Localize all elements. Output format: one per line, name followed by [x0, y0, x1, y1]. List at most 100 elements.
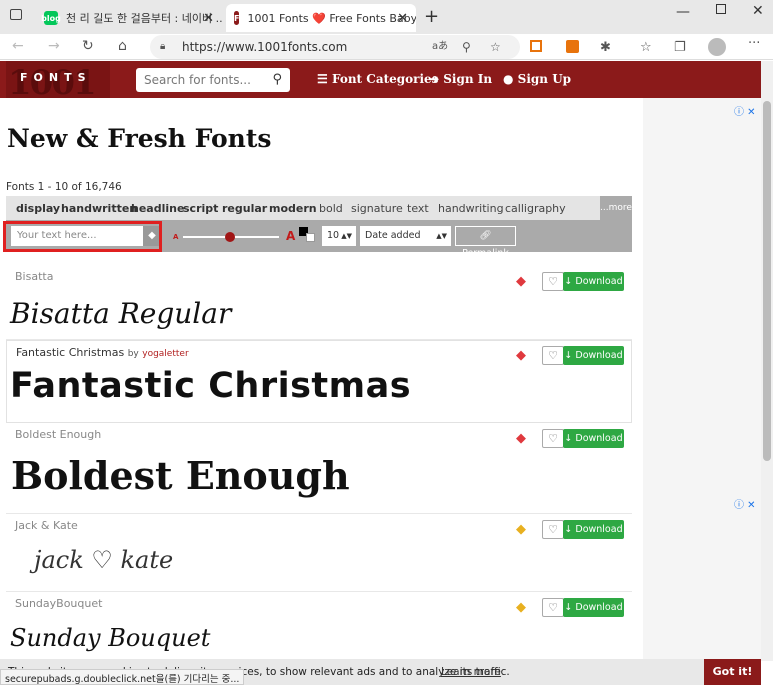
nav-label: Sign Up [517, 72, 572, 86]
category-handwritten[interactable]: handwritten [61, 202, 137, 215]
license-tag-icon[interactable]: ◆ [516, 600, 526, 615]
download-button[interactable]: ↓ Download [563, 520, 624, 539]
nav-sign-up[interactable]: ● Sign Up [503, 72, 571, 86]
nav-label: Font Categories [331, 72, 439, 86]
close-icon[interactable]: ✕ [203, 11, 214, 26]
tab-1001fonts[interactable]: F 1001 Fonts ❤️ Free Fonts Baby! ✕ [226, 4, 416, 32]
learn-more-link[interactable]: Learn more [441, 666, 501, 678]
category-display[interactable]: display [16, 202, 60, 215]
favorite-button[interactable]: ♡ [542, 598, 564, 617]
tab-title: 1001 Fonts ❤️ Free Fonts Baby! [247, 11, 416, 25]
font-search-input[interactable]: Search for fonts... ⚲ [136, 68, 290, 92]
read-aloud-icon[interactable]: aあ [432, 35, 448, 59]
size-slider-knob[interactable] [225, 232, 235, 242]
download-button[interactable]: ↓ Download [563, 598, 624, 617]
ad-info-icon[interactable]: ⓘ ✕ [734, 496, 756, 511]
download-label: Download [575, 524, 623, 535]
permalink-button[interactable]: 🔗︎ Permalink [455, 226, 516, 259]
font-name[interactable]: Bisatta [15, 270, 53, 283]
favorite-button[interactable]: ♡ [542, 272, 564, 291]
font-preview[interactable]: jack ♡ kate [34, 546, 173, 574]
per-page-value: 10 [327, 230, 340, 241]
font-preview[interactable]: Boldest Enough [11, 453, 350, 498]
download-button[interactable]: ↓ Download [563, 272, 624, 291]
size-large-label: A [286, 229, 296, 243]
license-tag-icon[interactable]: ◆ [516, 348, 526, 363]
download-button[interactable]: ↓ Download [563, 429, 624, 448]
font-row-jack-kate: Jack & Kate jack ♡ kate [6, 514, 632, 592]
font-preview[interactable]: Fantastic Christmas [10, 366, 411, 406]
page-scrollbar[interactable] [761, 61, 773, 661]
favorite-button[interactable]: ♡ [542, 346, 564, 365]
address-toolbar: ← → ↻ ⌂ 🔒︎ https://www.1001fonts.com aあ … [0, 34, 773, 60]
new-tab-icon[interactable]: + [424, 6, 439, 27]
settings-more-icon[interactable]: ··· [748, 36, 760, 51]
license-tag-icon[interactable]: ◆ [516, 522, 526, 537]
site-logo[interactable]: 1001 FONTS [6, 61, 110, 103]
lock-icon: 🔒︎ [160, 41, 166, 52]
category-handwriting[interactable]: handwriting [438, 202, 504, 215]
link-icon: 🔗︎ [479, 230, 492, 241]
font-name[interactable]: Boldest Enough [15, 428, 101, 441]
sort-value: Date added [365, 230, 421, 241]
license-tag-icon[interactable]: ◆ [516, 274, 526, 289]
permalink-label: Permalink [462, 248, 509, 259]
profile-avatar[interactable] [708, 38, 726, 56]
close-icon[interactable]: ✕ [397, 11, 408, 26]
scroll-thumb[interactable] [763, 101, 771, 461]
collections-icon[interactable]: ❐ [674, 40, 686, 55]
font-preview[interactable]: Sunday Bouquet [10, 624, 210, 652]
tab-naver-blog[interactable]: blog 천 리 길도 한 걸음부터 : 네이버 ... ✕ [36, 4, 222, 32]
back-icon[interactable]: ← [12, 38, 24, 54]
extension-fx-icon[interactable] [566, 40, 579, 53]
license-tag-icon[interactable]: ◆ [516, 431, 526, 446]
close-window-icon[interactable]: ✕ [752, 3, 764, 19]
size-small-label: A [173, 233, 179, 241]
category-signature[interactable]: signature [351, 202, 403, 215]
font-preview[interactable]: Bisatta Regular [10, 297, 231, 330]
font-name[interactable]: Jack & Kate [15, 519, 78, 532]
got-it-button[interactable]: Got it! [704, 659, 761, 685]
color-swatch-white[interactable] [306, 233, 315, 242]
per-page-select[interactable]: 10 ▲▼ [322, 226, 356, 246]
extension-orange-icon[interactable] [530, 40, 542, 52]
download-button[interactable]: ↓ Download [563, 346, 624, 365]
favorite-button[interactable]: ♡ [542, 520, 564, 539]
category-calligraphy[interactable]: calligraphy [505, 202, 566, 215]
search-icon[interactable]: ⚲ [272, 68, 282, 92]
browser-tab-strip: blog 천 리 길도 한 걸음부터 : 네이버 ... ✕ F 1001 Fo… [0, 0, 773, 34]
tab-actions-icon[interactable] [10, 9, 22, 20]
home-icon[interactable]: ⌂ [118, 38, 127, 54]
category-script[interactable]: script [183, 202, 218, 215]
maximize-icon[interactable] [716, 4, 726, 14]
category-modern[interactable]: modern [269, 202, 317, 215]
favorite-button[interactable]: ♡ [542, 429, 564, 448]
extensions-icon[interactable]: ✱ [600, 40, 611, 55]
forward-icon[interactable]: → [48, 38, 60, 54]
category-headline[interactable]: headline [131, 202, 184, 215]
category-bold[interactable]: bold [319, 202, 343, 215]
url-field[interactable]: 🔒︎ https://www.1001fonts.com aあ ⚲ ☆ [150, 35, 520, 59]
select-arrow-icon: ▲▼ [341, 232, 352, 240]
category-text[interactable]: text [407, 202, 429, 215]
nav-font-categories[interactable]: ☰ Font Categories [317, 72, 438, 86]
minimize-icon[interactable]: — [676, 4, 690, 20]
category-regular[interactable]: regular [222, 202, 267, 215]
more-categories-button[interactable]: ...more [600, 196, 632, 220]
refresh-icon[interactable]: ↻ [82, 38, 94, 54]
font-name[interactable]: Fantastic Christmas by yogaletter [16, 346, 189, 359]
favorite-add-icon[interactable]: ☆ [490, 35, 501, 59]
nav-sign-in[interactable]: ➔ Sign In [429, 72, 492, 86]
by-label: by [127, 349, 139, 359]
zoom-icon[interactable]: ⚲ [462, 35, 471, 59]
ad-info-icon[interactable]: ⓘ ✕ [734, 103, 756, 118]
sort-select[interactable]: Date added ▲▼ [360, 226, 451, 246]
page-title: New & Fresh Fonts [7, 124, 272, 153]
font-name[interactable]: SundayBouquet [15, 597, 102, 610]
download-label: Download [575, 350, 623, 361]
sign-in-icon: ➔ [429, 72, 440, 86]
font-author-link[interactable]: yogaletter [142, 349, 188, 359]
result-count: Fonts 1 - 10 of 16,746 [6, 181, 122, 193]
blog-favicon-icon: blog [41, 11, 61, 25]
favorites-icon[interactable]: ☆ [640, 40, 652, 55]
